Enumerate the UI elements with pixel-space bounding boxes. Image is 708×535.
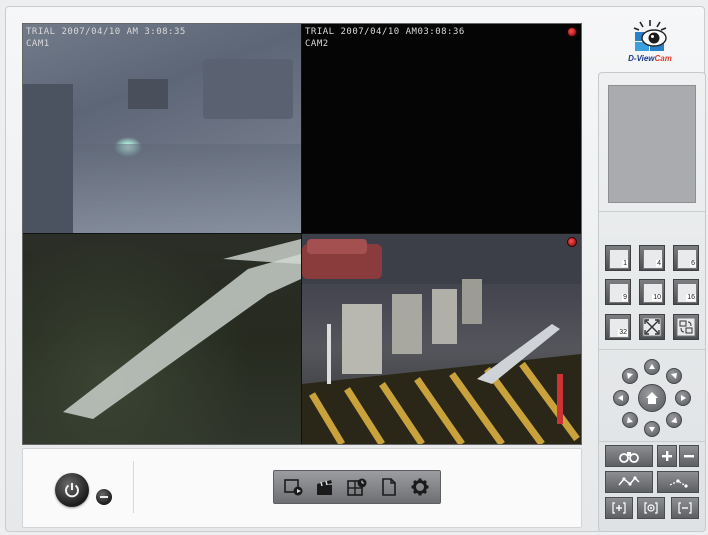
bottom-control-bar <box>22 448 582 528</box>
sequence-switch-icon <box>676 317 696 337</box>
ptz-down-right-button[interactable] <box>666 412 682 428</box>
layout-4-button[interactable]: 4 <box>639 245 665 271</box>
sequence-switch-button[interactable] <box>673 314 699 340</box>
layout-10-button[interactable]: 10 <box>639 279 665 305</box>
camera-osd: TRIAL 2007/04/10 AM03:08:36 CAM2 <box>305 26 465 50</box>
focus-far-icon <box>678 502 692 514</box>
focus-center-icon <box>644 502 658 514</box>
split-label: 9 <box>622 294 628 301</box>
power-icon <box>65 483 79 498</box>
ptz-down-button[interactable] <box>644 421 660 437</box>
parking-scene <box>302 234 581 444</box>
schedule-grid-icon <box>347 478 367 496</box>
down-right-arrow-icon <box>671 417 677 423</box>
zoom-plus-icon <box>662 451 672 461</box>
video-grid: TRIAL 2007/04/10 AM 3:08:35 CAM1 TRIAL 2… <box>22 23 582 445</box>
pattern-button[interactable] <box>605 471 653 493</box>
brand-name: D-ViewCam <box>614 54 686 63</box>
divider <box>599 441 705 442</box>
ptz-up-right-button[interactable] <box>666 368 682 384</box>
scene-pillar <box>23 84 73 233</box>
fullscreen-icon <box>642 317 662 337</box>
log-button[interactable] <box>376 474 402 500</box>
preset-icon <box>669 479 688 488</box>
camera-osd: TRIAL 2007/04/10 AM 3:08:35 CAM1 <box>26 26 186 50</box>
right-arrow-icon <box>681 395 686 401</box>
osd-camera-name: CAM1 <box>26 39 50 49</box>
osd-timestamp: TRIAL 2007/04/10 AM 3:08:35 <box>26 27 186 37</box>
settings-button[interactable] <box>407 474 433 500</box>
ptz-right-button[interactable] <box>675 390 691 406</box>
camera-preview-pane[interactable] <box>608 85 696 203</box>
divider <box>599 349 705 350</box>
ptz-down-left-button[interactable] <box>622 412 638 428</box>
record-button[interactable] <box>312 474 338 500</box>
layout-16-button[interactable]: 16 <box>673 279 699 305</box>
search-camera-button[interactable] <box>605 445 653 467</box>
layout-32-button[interactable]: 32 <box>605 314 631 340</box>
down-left-arrow-icon <box>627 417 633 423</box>
ptz-left-button[interactable] <box>613 390 629 406</box>
power-button[interactable] <box>55 473 89 507</box>
preset-button[interactable] <box>657 471 699 493</box>
layout-6-button[interactable]: 6 <box>673 245 699 271</box>
road-arrow-marking <box>63 239 301 419</box>
camera-view-3[interactable] <box>23 234 301 444</box>
brand-logo: D-ViewCam <box>614 18 686 68</box>
split-label: 32 <box>618 329 628 336</box>
scene-sofa <box>203 59 293 119</box>
focus-near-button[interactable] <box>605 497 633 519</box>
function-toolbar <box>273 470 441 504</box>
minimize-button[interactable] <box>96 489 112 505</box>
divider <box>133 461 134 513</box>
record-indicator-icon <box>567 27 577 37</box>
ptz-up-left-button[interactable] <box>622 368 638 384</box>
zoom-out-button[interactable] <box>679 445 699 467</box>
zoom-minus-icon <box>684 455 694 458</box>
brand-name-part2: Cam <box>654 54 672 63</box>
camera-view-1[interactable]: TRIAL 2007/04/10 AM 3:08:35 CAM1 <box>23 24 301 233</box>
divider <box>599 211 705 212</box>
scene-table <box>128 79 168 109</box>
layout-1-button[interactable]: 1 <box>605 245 631 271</box>
layout-9-button[interactable]: 9 <box>605 279 631 305</box>
focus-near-icon <box>612 502 626 514</box>
binoculars-icon <box>619 452 639 463</box>
camera-view-2[interactable]: TRIAL 2007/04/10 AM03:08:36 CAM2 <box>302 24 581 233</box>
playback-icon <box>283 479 303 496</box>
up-right-arrow-icon <box>671 373 677 379</box>
brand-name-part1: D-View <box>628 54 655 63</box>
up-left-arrow-icon <box>627 373 633 379</box>
ptz-home-button[interactable] <box>638 384 666 412</box>
camera-view-4[interactable] <box>302 234 581 444</box>
playback-button[interactable] <box>281 474 307 500</box>
schedule-button[interactable] <box>344 474 370 500</box>
record-clapper-icon <box>317 480 333 495</box>
record-indicator-icon <box>567 237 577 247</box>
up-arrow-icon <box>649 364 655 369</box>
split-label: 6 <box>690 260 696 267</box>
left-arrow-icon <box>618 395 623 401</box>
split-label: 10 <box>652 294 662 301</box>
pattern-icon <box>618 476 640 486</box>
split-label: 4 <box>656 260 662 267</box>
fullscreen-button[interactable] <box>639 314 665 340</box>
split-label: 1 <box>622 260 628 267</box>
osd-timestamp: TRIAL 2007/04/10 AM03:08:36 <box>305 27 465 37</box>
document-icon <box>381 478 396 496</box>
focus-far-button[interactable] <box>671 497 699 519</box>
ptz-control-pad <box>613 359 691 437</box>
osd-camera-name: CAM2 <box>305 39 329 49</box>
eye-logo-icon <box>633 20 667 51</box>
focus-center-button[interactable] <box>637 497 665 519</box>
home-icon <box>646 392 658 404</box>
side-control-panel: 1 4 6 9 10 16 32 <box>598 72 706 532</box>
ptz-up-button[interactable] <box>644 359 660 375</box>
split-label: 16 <box>686 294 696 301</box>
zoom-in-button[interactable] <box>657 445 677 467</box>
down-arrow-icon <box>649 427 655 432</box>
settings-gear-icon <box>411 478 429 496</box>
